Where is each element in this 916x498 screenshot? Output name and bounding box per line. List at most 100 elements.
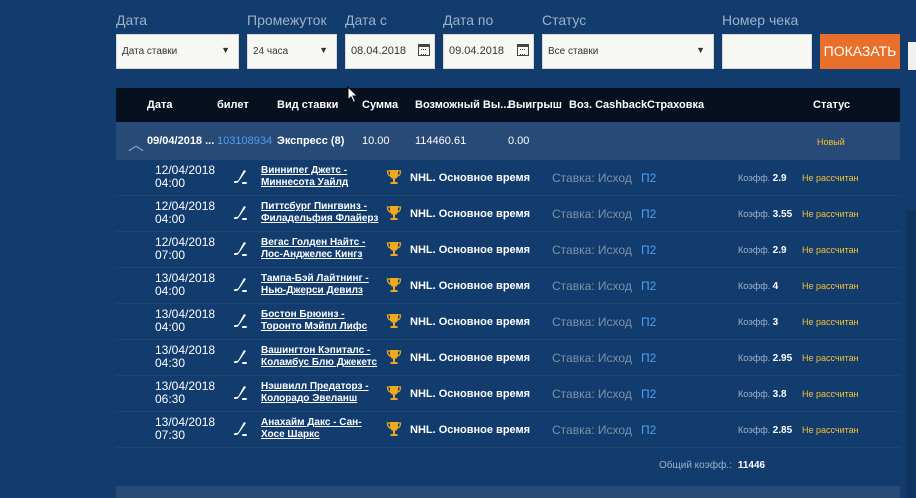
period-select[interactable]: 24 часа ▼ [247,34,337,69]
event-time: 04:30 [155,356,186,370]
date-label: Дата [116,12,148,28]
bet-outcome: П2 [641,207,657,221]
event-time: 04:00 [155,284,186,298]
event-row: 13/04/2018 04:30 Вашингтон Кэпиталс - Ко… [116,340,900,376]
chevron-down-icon: ▼ [221,45,230,55]
league-name: NHL. Основное время [410,316,531,328]
col-sum: Сумма [362,99,399,111]
koef: Коэфф. 3.8 [738,389,787,400]
date-to-value: 09.04.2018 [449,45,505,57]
filter-bar: Дата Дата ставки ▼ Промежуток 24 часа ▼ … [0,0,916,80]
period-value: 24 часа [253,46,289,57]
koef-value: 2.95 [772,353,793,364]
status-value: Все ставки [548,46,599,57]
event-datetime: 13/04/2018 04:00 [155,308,227,334]
koef-value: 3 [772,317,779,328]
total-koef: Общий коэфф.: 11446 [659,460,765,471]
col-win: Выигрыш [508,99,562,111]
show-button[interactable]: ПОКАЗАТЬ [820,34,900,69]
league-name: NHL. Основное время [410,244,531,256]
match-link[interactable]: Виннипег Джетс - Миннесота Уайлд [261,165,381,189]
match-link[interactable]: Вегас Голден Найтс - Лос-Анджелес Кингз [261,237,381,261]
match-link[interactable]: Анахайм Дакс - Сан-Хосе Шаркс [261,417,381,441]
match-link[interactable]: Нэшвилл Предаторз - Колорадо Эвеланш [261,381,381,405]
summary-type: Экспресс (8) [277,135,345,147]
event-status: Не рассчитан [802,425,859,435]
koef-label: Коэфф. [738,425,771,435]
event-datetime: 13/04/2018 04:00 [155,272,227,298]
date-to-input[interactable]: 09.04.2018 [443,34,534,69]
date-from-input[interactable]: 08.04.2018 [345,34,435,69]
period-label: Промежуток [247,12,327,28]
event-status: Не рассчитан [802,209,859,219]
event-datetime: 12/04/2018 07:00 [155,236,227,262]
match-link[interactable]: Вашингтон Кэпиталс - Коламбус Блю Джекет… [261,345,381,369]
bet-outcome: П2 [641,171,657,185]
trophy-icon [386,386,402,400]
trophy-icon [386,422,402,436]
match-link[interactable]: Питтсбург Пингвинз - Филадельфия Флайерз [261,201,381,225]
koef-value: 2.9 [772,245,787,256]
bet-outcome: П2 [641,423,657,437]
scrollbar[interactable] [906,210,916,498]
hockey-stick-icon [234,278,247,292]
mouse-pointer-icon [347,86,359,104]
bet-type: Ставка: Исход [552,315,632,329]
status-badge: Новый [817,137,845,147]
col-bet-type: Вид ставки [277,99,339,111]
event-row: 13/04/2018 07:30 Анахайм Дакс - Сан-Хосе… [116,412,900,448]
trophy-icon [386,206,402,220]
summary-possible: 114460.61 [415,135,467,147]
event-time: 04:00 [155,320,186,334]
calendar-icon[interactable] [517,44,529,56]
league-name: NHL. Основное время [410,280,531,292]
chevron-up-icon[interactable]: ︿ [128,131,144,155]
check-number-input[interactable] [722,34,812,69]
col-date: Дата [147,99,173,111]
date-from-value: 08.04.2018 [351,45,407,57]
table-header: Дата билет Вид ставки Сумма Возможный Вы… [116,88,900,122]
bet-type: Ставка: Исход [552,387,632,401]
match-link[interactable]: Бостон Брюинз - Торонто Мэйпл Лифс [261,309,381,333]
league-name: NHL. Основное время [410,352,531,364]
summary-sum: 10.00 [362,135,390,147]
event-time: 06:30 [155,392,186,406]
event-datetime: 12/04/2018 04:00 [155,164,227,190]
event-time: 07:00 [155,248,186,262]
event-status: Не рассчитан [802,173,859,183]
next-bet-row[interactable] [116,486,900,498]
bet-type: Ставка: Исход [552,207,632,221]
total-koef-value: 11446 [737,460,766,471]
bet-type: Ставка: Исход [552,351,632,365]
chevron-down-icon: ▼ [319,45,328,55]
event-datetime: 13/04/2018 07:30 [155,416,227,442]
event-row: 12/04/2018 04:00 Питтсбург Пингвинз - Фи… [116,196,900,232]
trophy-icon [386,350,402,364]
koef-label: Коэфф. [738,173,771,183]
event-list: 12/04/2018 04:00 Виннипег Джетс - Миннес… [116,160,900,448]
bet-summary-row[interactable]: ︿ 09/04/2018 ... 103108934 Экспресс (8) … [116,122,900,160]
koef-value: 2.9 [772,173,787,184]
koef: Коэфф. 2.9 [738,173,787,184]
status-select[interactable]: Все ставки ▼ [542,34,714,69]
summary-date: 09/04/2018 ... [147,135,215,147]
koef: Коэфф. 2.85 [738,425,792,436]
calendar-icon[interactable] [418,44,430,56]
col-status: Статус [813,99,851,111]
bet-outcome: П2 [641,279,657,293]
hockey-stick-icon [234,314,247,328]
event-status: Не рассчитан [802,389,859,399]
ticket-link[interactable]: 103108934 [217,135,272,147]
match-link[interactable]: Тампа-Бэй Лайтнинг - Нью-Джерси Девилз [261,273,381,297]
date-type-select[interactable]: Дата ставки ▼ [116,34,239,69]
koef: Коэфф. 4 [738,281,778,292]
hockey-stick-icon [234,206,247,220]
event-datetime: 12/04/2018 04:00 [155,200,227,226]
bet-outcome: П2 [641,351,657,365]
event-status: Не рассчитан [802,245,859,255]
date-from-label: Дата с [345,12,387,28]
bet-type: Ставка: Исход [552,423,632,437]
koef-label: Коэфф. [738,389,771,399]
bet-outcome: П2 [641,243,657,257]
koef-label: Коэфф. [738,245,771,255]
